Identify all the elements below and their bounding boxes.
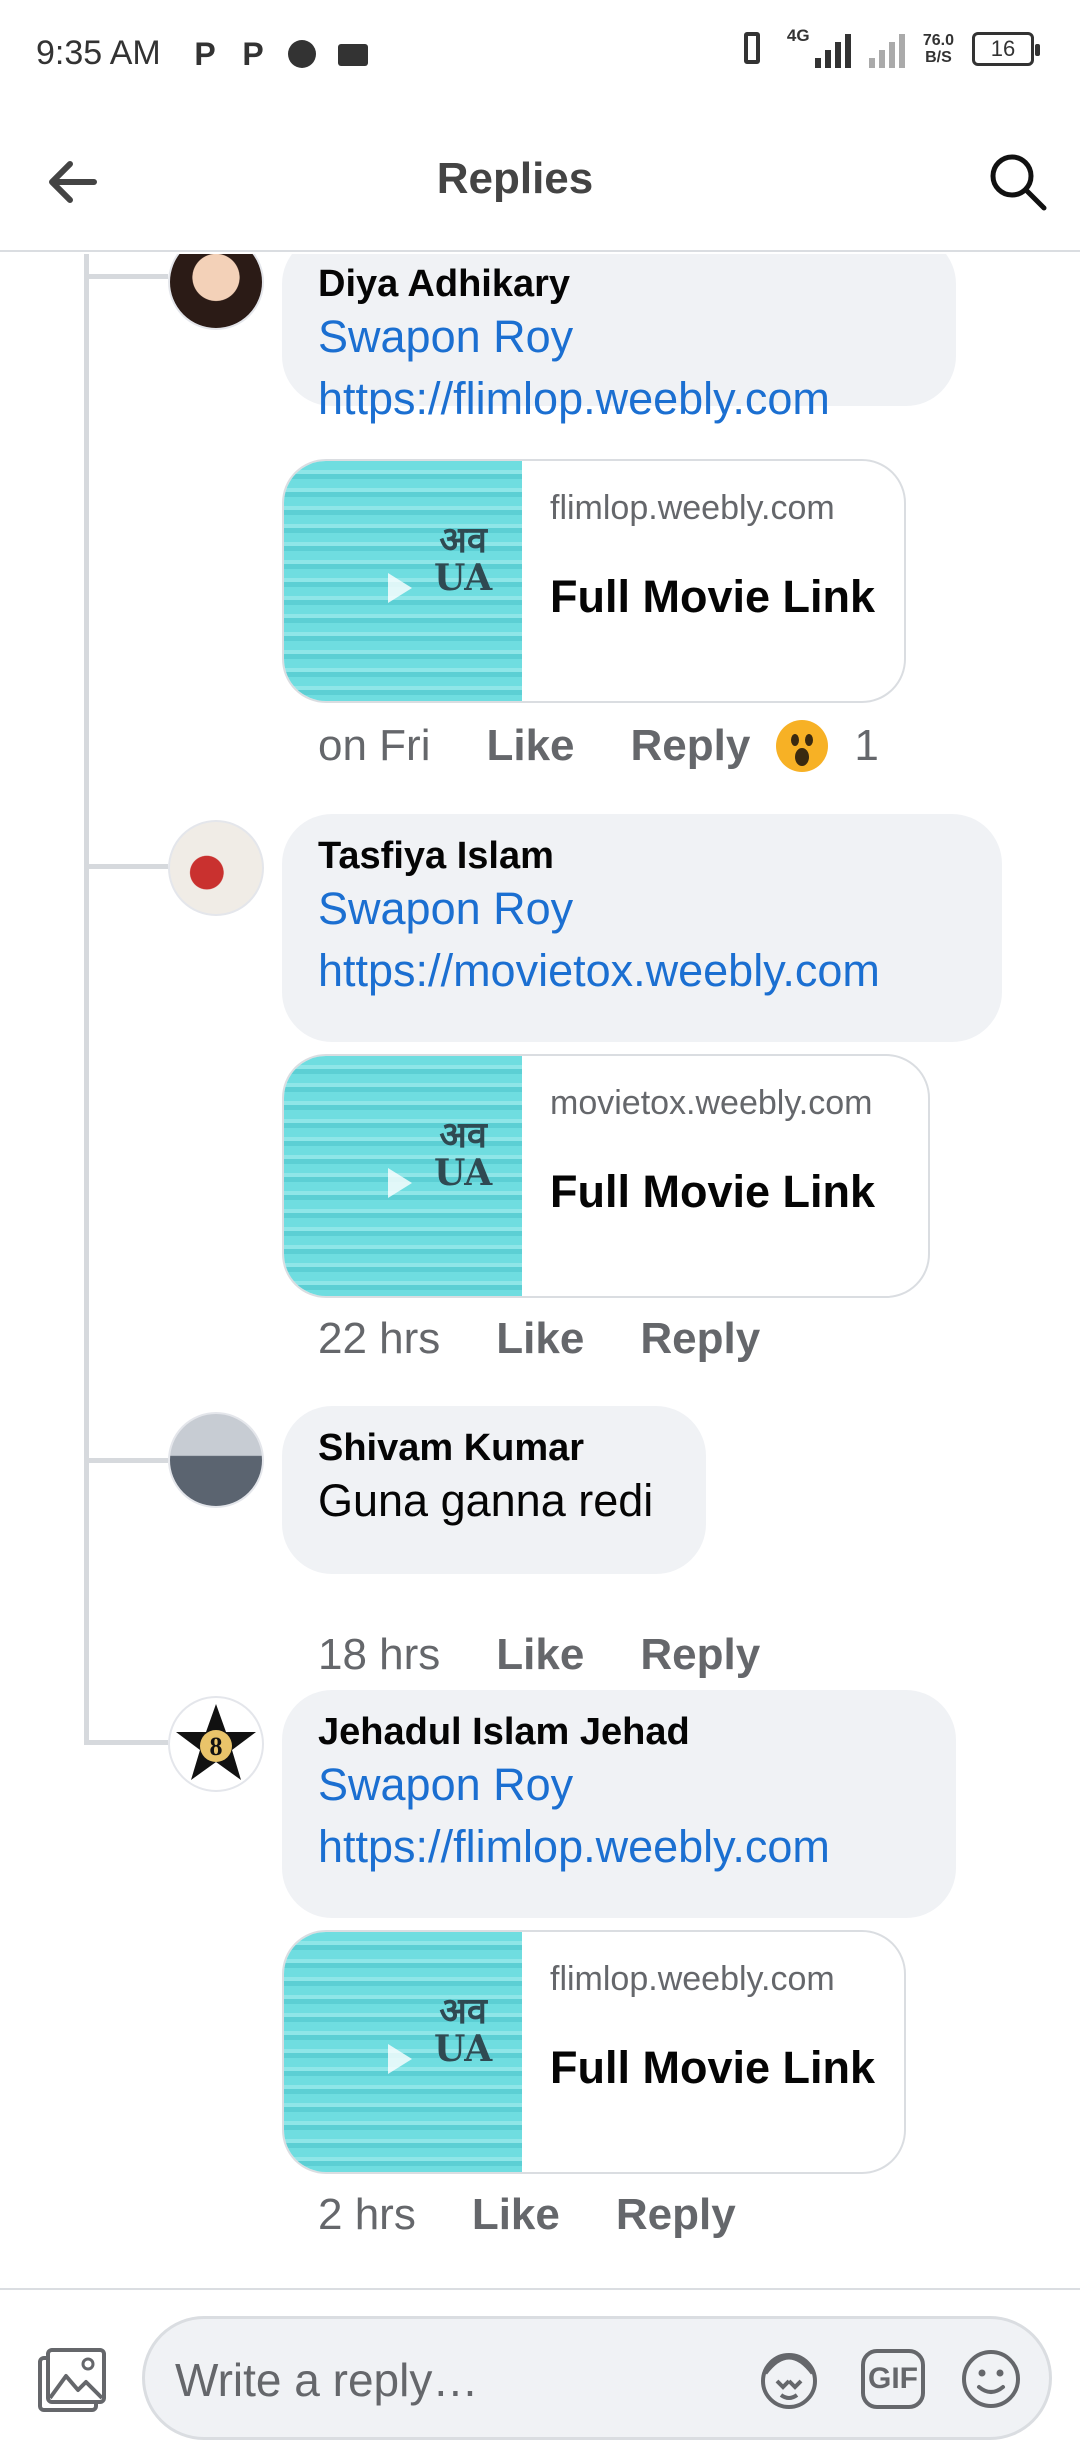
play-icon [388,1168,412,1198]
thumbnail-text: अव UA [434,1114,493,1194]
app-notification-icon [288,40,316,68]
thread-connector [84,864,168,869]
header: Replies [0,110,1080,252]
star-avatar-icon: 8 [176,1704,256,1780]
reaction-count: 1 [854,721,879,770]
preview-thumbnail: अव UA [284,1932,522,2172]
mail-notification-icon [338,44,368,66]
avatar[interactable] [168,820,264,916]
play-icon [388,2044,412,2074]
reaction-summary[interactable]: 1 [776,720,879,772]
reply-button[interactable]: Reply [640,1630,760,1680]
status-bar: 9:35 AM P P 4G 76.0 B/S 16 [0,0,1080,110]
comment-actions: 22 hrs Like Reply [318,1314,816,1364]
thread-connector [84,1458,168,1463]
play-icon [388,573,412,603]
page-title: Replies [436,154,594,203]
preview-domain: flimlop.weebly.com [550,1960,835,1998]
replies-thread[interactable]: Diya Adhikary Swapon Roy https://flimlop… [0,254,1080,2288]
battery-icon: 16 [972,32,1040,66]
preview-title: Full Movie Link [550,2042,876,2093]
comment-bubble[interactable]: Jehadul Islam Jehad Swapon Roy https://f… [282,1690,956,1918]
network-speed-unit: B/S [925,49,952,66]
avatar[interactable]: 8 [168,1696,264,1792]
reply-input[interactable] [175,2353,705,2407]
mention-link[interactable]: Swapon Roy [318,311,573,362]
url-link[interactable]: https://flimlop.weebly.com [318,373,830,424]
smiley-icon[interactable] [959,2347,1023,2411]
gif-button[interactable]: GIF [861,2349,925,2409]
photo-icon[interactable] [36,2346,108,2414]
vibrate-icon [733,30,773,68]
reply-button[interactable]: Reply [640,1314,760,1364]
comment-text: Guna ganna redi [318,1475,654,1526]
link-preview-card[interactable]: अव UA movietox.weebly.com Full Movie Lin… [282,1054,930,1298]
comment-author[interactable]: Jehadul Islam Jehad [318,1710,918,1754]
link-preview-card[interactable]: अव UA flimlop.weebly.com Full Movie Link [282,459,906,703]
link-preview-card[interactable]: अव UA flimlop.weebly.com Full Movie Link [282,1930,906,2174]
comment-bubble[interactable]: Diya Adhikary Swapon Roy https://flimlop… [282,254,956,424]
thumbnail-text: अव UA [434,1990,493,2070]
comment-author[interactable]: Diya Adhikary [318,262,918,306]
thread-line [84,254,89,1744]
url-link[interactable]: https://movietox.weebly.com [318,945,880,996]
signal-icon: 4G [787,26,851,68]
preview-thumbnail: अव UA [284,1056,522,1296]
wow-reaction-icon [776,720,829,772]
mention-link[interactable]: Swapon Roy [318,1759,573,1810]
comment-bubble[interactable]: Tasfiya Islam Swapon Roy https://movieto… [282,814,1002,1042]
thumbnail-text: अव UA [434,519,493,599]
like-button[interactable]: Like [486,721,574,771]
avatar[interactable] [168,254,264,330]
reply-box[interactable]: GIF [142,2316,1052,2440]
network-speed-value: 76.0 [922,32,954,49]
comment-time: 22 hrs [318,1314,441,1363]
reply-button[interactable]: Reply [631,721,751,771]
like-button[interactable]: Like [472,2190,560,2240]
comment-actions: on Fri Like Reply 1 [318,720,879,772]
preview-domain: flimlop.weebly.com [550,489,835,527]
url-link[interactable]: https://flimlop.weebly.com [318,1821,830,1872]
avatar-sticker-icon[interactable] [755,2347,823,2411]
reply-composer: GIF [0,2288,1080,2459]
network-type: 4G [786,26,810,45]
search-icon[interactable] [986,150,1050,214]
comment-actions: 2 hrs Like Reply [318,2190,792,2240]
comment-bubble[interactable]: Shivam Kumar Guna ganna redi [282,1406,706,1574]
preview-thumbnail: अव UA [284,461,522,701]
p-notification-icon: P [242,36,264,72]
network-speed: 76.0 B/S [923,32,954,66]
avatar[interactable] [168,1412,264,1508]
system-icons: 4G 76.0 B/S 16 [733,26,1040,68]
p-notification-icon: P [194,36,216,72]
like-button[interactable]: Like [496,1630,584,1680]
avatar-number: 8 [210,1732,223,1761]
comment-time: 2 hrs [318,2190,416,2239]
preview-title: Full Movie Link [550,1166,876,1217]
reply-button[interactable]: Reply [616,2190,736,2240]
thread-connector [84,274,168,279]
like-button[interactable]: Like [496,1314,584,1364]
comment-time: 18 hrs [318,1630,441,1679]
preview-title: Full Movie Link [550,571,876,622]
comment-author[interactable]: Shivam Kumar [318,1426,668,1470]
thread-connector [84,1740,168,1745]
signal-icon [868,30,905,68]
mention-link[interactable]: Swapon Roy [318,883,573,934]
notification-icons: P P [192,36,368,73]
preview-domain: movietox.weebly.com [550,1084,873,1122]
comment-time: on Fri [318,721,431,770]
status-time: 9:35 AM [36,34,161,72]
comment-actions: 18 hrs Like Reply [318,1630,816,1680]
comment-author[interactable]: Tasfiya Islam [318,834,964,878]
